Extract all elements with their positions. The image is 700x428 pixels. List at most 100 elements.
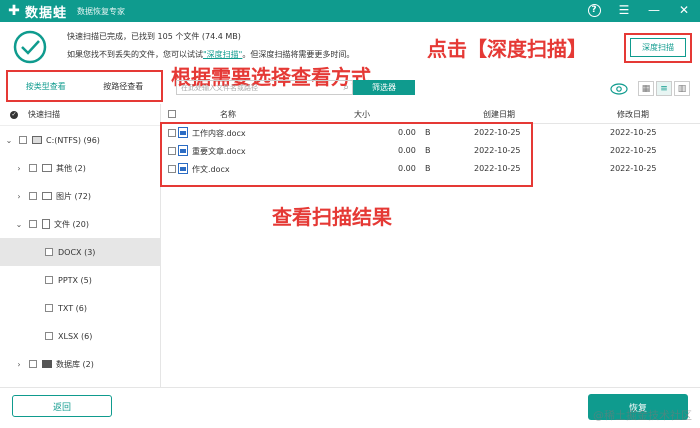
- app-subtitle: 数据恢复专家: [77, 6, 126, 16]
- view-toggle-group: ▦ ≡ ▥: [610, 81, 690, 96]
- file-size-unit: B: [425, 128, 431, 137]
- header-name[interactable]: 名称: [220, 109, 236, 120]
- tree-item-label: XLSX (6): [58, 331, 93, 341]
- tree-checkbox[interactable]: [29, 164, 37, 172]
- header-created[interactable]: 创建日期: [483, 109, 515, 120]
- header-size[interactable]: 大小: [354, 109, 370, 120]
- tree-item[interactable]: PPTX (5): [0, 266, 160, 294]
- tab-by-type[interactable]: 按类型查看: [7, 71, 85, 101]
- tree-checkbox[interactable]: [45, 248, 53, 256]
- help-icon[interactable]: ?: [586, 2, 602, 18]
- logo-icon: ✚: [8, 3, 20, 19]
- annotation-deep-scan: 点击【深度扫描】: [427, 37, 587, 61]
- tree-checkbox[interactable]: [45, 276, 53, 284]
- close-icon[interactable]: ✕: [676, 2, 692, 18]
- tree-checkbox[interactable]: [45, 332, 53, 340]
- select-all-checkbox[interactable]: [168, 110, 176, 118]
- file-size: 0.00: [398, 128, 416, 137]
- table-row[interactable]: 重要文章.docx 0.00 B 2022-10-25 2022-10-25: [162, 142, 700, 160]
- file-size: 0.00: [398, 146, 416, 155]
- chevron-right-icon[interactable]: ›: [14, 192, 24, 201]
- file-name: 工作内容.docx: [192, 129, 246, 138]
- view-mode-tabs: 按类型查看 按路径查看: [7, 71, 162, 101]
- watermark: @稀土掘金技术社区: [593, 409, 692, 422]
- tree-item-label: 文件 (20): [54, 219, 89, 229]
- file-size-unit: B: [425, 164, 431, 173]
- tree-item[interactable]: › 数据库 (2): [0, 350, 160, 378]
- row-checkbox[interactable]: [168, 129, 176, 137]
- folder-icon: [42, 164, 52, 172]
- annotation-view-results: 查看扫描结果: [272, 205, 392, 229]
- tree-checkbox[interactable]: [45, 304, 53, 312]
- tree-item[interactable]: › 其他 (2): [0, 154, 160, 182]
- chevron-down-icon[interactable]: ⌄: [14, 220, 24, 229]
- deep-scan-link[interactable]: "深度扫描": [203, 50, 242, 59]
- tree-header-label: 快速扫描: [28, 110, 60, 119]
- tree-checkbox[interactable]: [29, 360, 37, 368]
- chevron-down-icon[interactable]: ⌄: [4, 136, 14, 145]
- hint-suffix: 。但深度扫描将需要更多时间。: [242, 50, 355, 59]
- title-bar: ✚ 数据蛙 数据恢复专家 ? ☰ — ✕: [0, 0, 700, 22]
- tree-checkbox[interactable]: [29, 192, 37, 200]
- table-row[interactable]: 作文.docx 0.00 B 2022-10-25 2022-10-25: [162, 160, 700, 178]
- chevron-right-icon[interactable]: ›: [14, 360, 24, 369]
- tree-item[interactable]: ⌄ C:(NTFS) (96): [0, 126, 160, 154]
- menu-icon[interactable]: ☰: [616, 2, 632, 18]
- back-button[interactable]: 返回: [12, 395, 112, 417]
- database-icon: [42, 360, 52, 368]
- search-placeholder: 在此处输入文件名或路径: [181, 83, 258, 92]
- file-table: 名称 大小 创建日期 修改日期 工作内容.docx 0.00 B 2022-10-25…: [162, 104, 700, 387]
- file-size: 0.00: [398, 164, 416, 173]
- tree-item-label: DOCX (3): [58, 247, 96, 257]
- file-size-unit: B: [425, 146, 431, 155]
- search-icon[interactable]: ⌕: [343, 82, 349, 93]
- minimize-icon[interactable]: —: [646, 2, 662, 18]
- tree-item[interactable]: ⌄ 文件 (20): [0, 210, 160, 238]
- tree-item-label: TXT (6): [58, 303, 87, 313]
- tree-item[interactable]: TXT (6): [0, 294, 160, 322]
- scan-hint-text: 如果您找不到丢失的文件，您可以试试"深度扫描"。但深度扫描将需要更多时间。: [67, 49, 354, 60]
- docx-file-icon: [178, 127, 188, 138]
- tree-item-label: 数据库 (2): [56, 359, 94, 369]
- list-view-icon[interactable]: ≡: [656, 81, 672, 96]
- scan-complete-check-icon: [13, 30, 47, 64]
- created-date: 2022-10-25: [474, 128, 521, 137]
- created-date: 2022-10-25: [474, 164, 521, 173]
- scan-status-text: 快速扫描已完成，已找到 105 个文件 (74.4 MB): [67, 32, 241, 41]
- tree-checkbox[interactable]: [19, 136, 27, 144]
- checked-circle-icon: ✓: [10, 110, 18, 119]
- tree-header[interactable]: ✓ 快速扫描: [0, 104, 160, 126]
- tree-item[interactable]: DOCX (3): [0, 238, 160, 266]
- file-type-tree: ✓ 快速扫描 ⌄ C:(NTFS) (96) › 其他 (2) › 图片 (72) ⌄ 文件 …: [0, 104, 161, 387]
- file-name: 作文.docx: [192, 165, 230, 174]
- modified-date: 2022-10-25: [610, 146, 657, 155]
- grid-view-icon[interactable]: ▦: [638, 81, 654, 96]
- search-input[interactable]: 在此处输入文件名或路径 ⌕: [176, 80, 353, 95]
- chevron-right-icon[interactable]: ›: [14, 164, 24, 173]
- tree-item-label: C:(NTFS) (96): [46, 135, 100, 145]
- bottom-bar: 返回 恢复 @稀土掘金技术社区: [0, 387, 700, 428]
- table-row[interactable]: 工作内容.docx 0.00 B 2022-10-25 2022-10-25: [162, 124, 700, 142]
- app-name: 数据蛙: [25, 5, 68, 21]
- tree-checkbox[interactable]: [29, 220, 37, 228]
- file-name: 重要文章.docx: [192, 147, 246, 156]
- modified-date: 2022-10-25: [610, 164, 657, 173]
- disk-icon: [32, 136, 42, 144]
- tree-item[interactable]: › 图片 (72): [0, 182, 160, 210]
- document-icon: [42, 219, 50, 229]
- deep-scan-button[interactable]: 深度扫描: [630, 38, 686, 57]
- filter-button[interactable]: 筛选器: [353, 80, 415, 95]
- docx-file-icon: [178, 163, 188, 174]
- table-header: 名称 大小 创建日期 修改日期: [162, 104, 700, 124]
- row-checkbox[interactable]: [168, 165, 176, 173]
- image-icon: [42, 192, 52, 200]
- tree-item-label: 其他 (2): [56, 163, 86, 173]
- header-modified[interactable]: 修改日期: [617, 109, 649, 120]
- tree-item[interactable]: XLSX (6): [0, 322, 160, 350]
- created-date: 2022-10-25: [474, 146, 521, 155]
- docx-file-icon: [178, 145, 188, 156]
- tab-by-path[interactable]: 按路径查看: [85, 71, 163, 101]
- detail-view-icon[interactable]: ▥: [674, 81, 690, 96]
- eye-icon[interactable]: [610, 82, 628, 95]
- row-checkbox[interactable]: [168, 147, 176, 155]
